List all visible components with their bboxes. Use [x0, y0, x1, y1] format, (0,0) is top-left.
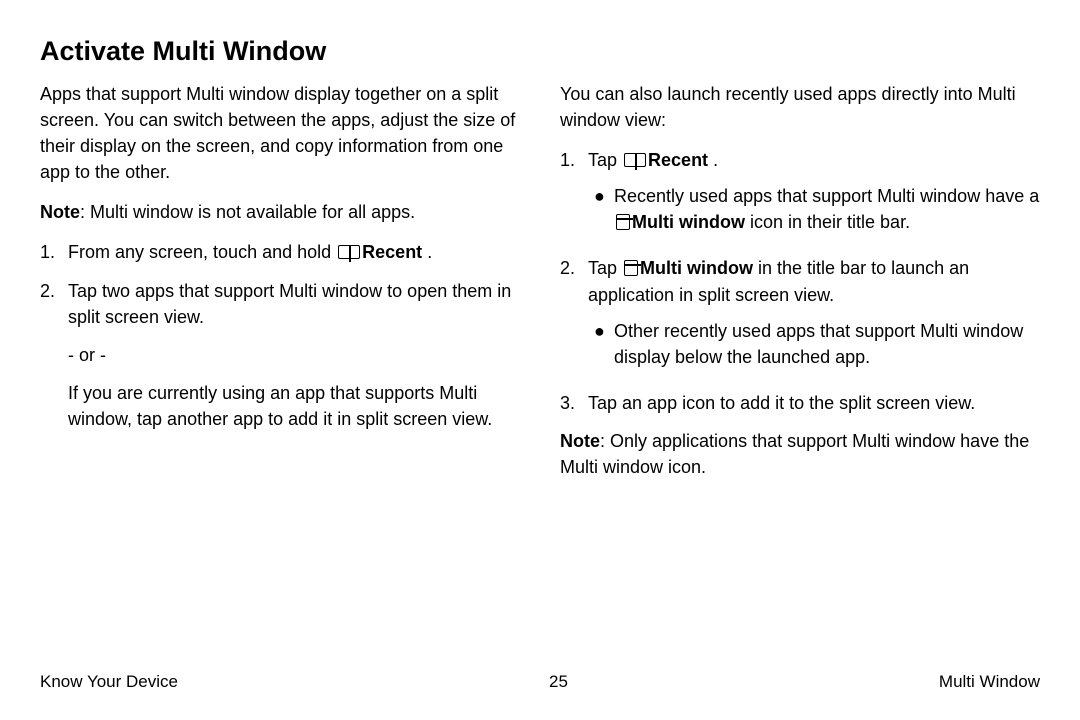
- left-step-1: 1. From any screen, touch and hold Recen…: [40, 239, 520, 265]
- step-number: 1.: [40, 239, 68, 265]
- footer-left: Know Your Device: [40, 672, 178, 692]
- recent-icon: [624, 153, 646, 167]
- right-column: You can also launch recently used apps d…: [560, 81, 1040, 494]
- step-suffix: .: [708, 150, 718, 170]
- right-step-3: 3. Tap an app icon to add it to the spli…: [560, 390, 1040, 416]
- step-text: Tap two apps that support Multi window t…: [68, 281, 511, 327]
- right-note: Note: Only applications that support Mul…: [560, 428, 1040, 480]
- or-divider: - or -: [68, 342, 520, 368]
- footer-page-number: 25: [549, 672, 568, 692]
- step-alt-text: If you are currently using an app that s…: [68, 380, 520, 432]
- bullet-item: ● Recently used apps that support Multi …: [588, 183, 1040, 235]
- sub-bullets: ● Recently used apps that support Multi …: [588, 183, 1040, 235]
- multi-window-label: Multi window: [632, 212, 745, 232]
- step-suffix: .: [422, 242, 432, 262]
- left-intro: Apps that support Multi window display t…: [40, 81, 520, 185]
- step-number: 2.: [40, 278, 68, 432]
- step-text: Tap: [588, 150, 622, 170]
- right-step-1: 1. Tap Recent . ● Recently used apps tha…: [560, 147, 1040, 243]
- step-text: From any screen, touch and hold: [68, 242, 336, 262]
- right-intro: You can also launch recently used apps d…: [560, 81, 1040, 133]
- note-label: Note: [40, 202, 80, 222]
- recent-label: Recent: [648, 150, 708, 170]
- step-number: 2.: [560, 255, 588, 377]
- content-columns: Apps that support Multi window display t…: [40, 81, 1040, 494]
- recent-icon: [338, 245, 360, 259]
- note-text: : Multi window is not available for all …: [80, 202, 415, 222]
- bullet-text: Recently used apps that support Multi wi…: [614, 186, 1039, 206]
- page-title: Activate Multi Window: [40, 36, 1040, 67]
- step-text: Tap: [588, 258, 622, 278]
- multi-window-icon: [616, 214, 630, 230]
- page-footer: Know Your Device 25 Multi Window: [40, 672, 1040, 692]
- bullet-text: icon in their title bar.: [745, 212, 910, 232]
- step-number: 3.: [560, 390, 588, 416]
- right-steps: 1. Tap Recent . ● Recently used apps tha…: [560, 147, 1040, 416]
- step-number: 1.: [560, 147, 588, 243]
- left-column: Apps that support Multi window display t…: [40, 81, 520, 494]
- bullet-icon: ●: [588, 318, 614, 370]
- multi-window-label: Multi window: [640, 258, 753, 278]
- note-text: : Only applications that support Multi w…: [560, 431, 1029, 477]
- right-step-2: 2. Tap Multi window in the title bar to …: [560, 255, 1040, 377]
- bullet-text: Other recently used apps that support Mu…: [614, 318, 1040, 370]
- left-step-2: 2. Tap two apps that support Multi windo…: [40, 278, 520, 432]
- left-steps: 1. From any screen, touch and hold Recen…: [40, 239, 520, 432]
- recent-label: Recent: [362, 242, 422, 262]
- multi-window-icon: [624, 260, 638, 276]
- note-label: Note: [560, 431, 600, 451]
- bullet-item: ● Other recently used apps that support …: [588, 318, 1040, 370]
- sub-bullets: ● Other recently used apps that support …: [588, 318, 1040, 370]
- step-text: Tap an app icon to add it to the split s…: [588, 390, 1040, 416]
- bullet-icon: ●: [588, 183, 614, 235]
- footer-right: Multi Window: [939, 672, 1040, 692]
- left-note: Note: Multi window is not available for …: [40, 199, 520, 225]
